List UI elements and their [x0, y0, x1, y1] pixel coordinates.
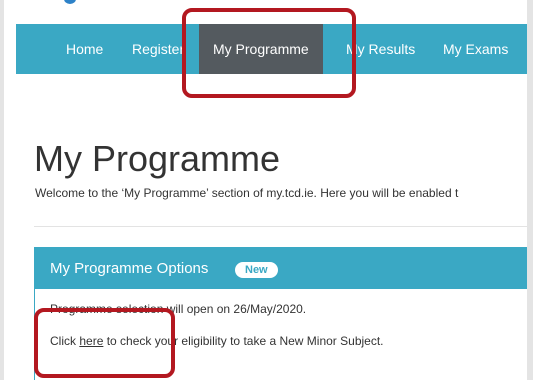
programme-selection-notice: Programme selection will open on 26/May/… [50, 302, 307, 316]
logo-icon [64, 0, 76, 4]
new-badge: New [235, 262, 278, 278]
nav-home[interactable]: Home [66, 24, 103, 74]
eligibility-link[interactable]: here [79, 334, 103, 348]
eligibility-line: Click here to check your eligibility to … [50, 334, 384, 348]
programme-options-panel: My Programme Options New Programme selec… [34, 247, 527, 380]
nav-register[interactable]: Register [132, 24, 184, 74]
main-navbar: Home Register My Programme My Results My… [16, 24, 527, 74]
eligibility-suffix: to check your eligibility to take a New … [103, 334, 384, 348]
panel-header: My Programme Options New [35, 248, 527, 289]
nav-my-results[interactable]: My Results [346, 24, 415, 74]
page-title: My Programme [34, 138, 281, 179]
panel-title: My Programme Options [50, 260, 209, 277]
eligibility-prefix: Click [50, 334, 80, 348]
intro-text: Welcome to the ‘My Programme’ section of… [35, 186, 459, 200]
nav-my-exams[interactable]: My Exams [443, 24, 508, 74]
page: Home Register My Programme My Results My… [4, 0, 527, 380]
nav-my-programme[interactable]: My Programme [199, 24, 323, 74]
divider [34, 226, 527, 227]
